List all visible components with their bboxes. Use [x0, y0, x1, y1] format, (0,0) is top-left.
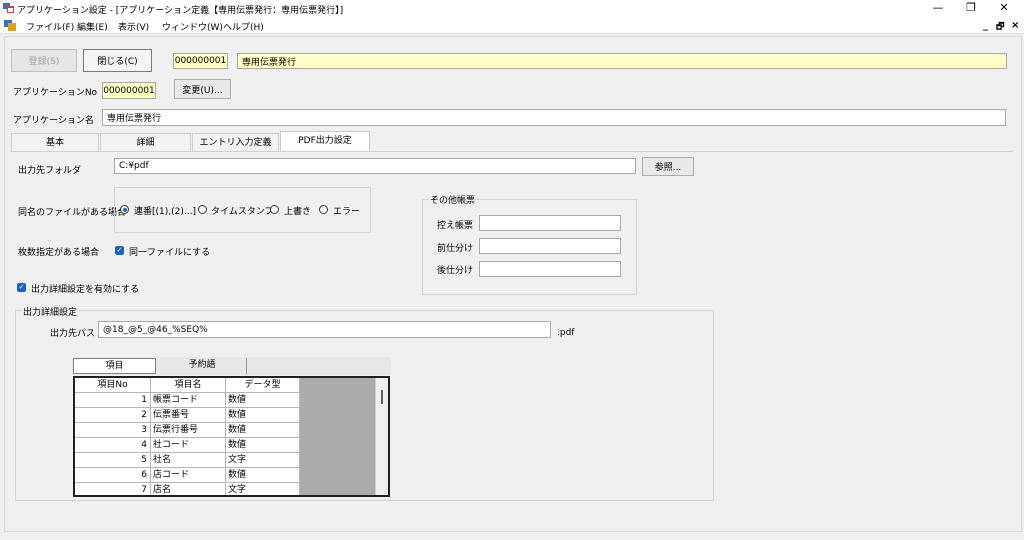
table-row-name[interactable]: 店名 [151, 483, 226, 495]
table-row-no[interactable]: 6 [75, 468, 151, 483]
table-row-name[interactable]: 社名 [151, 453, 226, 468]
folder-input[interactable]: C:¥pdf [114, 158, 636, 174]
table-row-no[interactable]: 2 [75, 408, 151, 423]
table-row-no[interactable]: 7 [75, 483, 151, 495]
header-item-name[interactable]: 項目名 [151, 378, 226, 393]
window-title: アプリケーション設定 - [アプリケーション定義【専用伝票発行：専用伝票発行】] [17, 6, 344, 16]
table-row-no[interactable]: 1 [75, 393, 151, 408]
table-row-type[interactable]: 数値 [226, 468, 300, 483]
table-row-type[interactable]: 数値 [226, 408, 300, 423]
radio-timestamp[interactable] [198, 205, 207, 214]
mdi-close-icon[interactable]: × [1011, 20, 1019, 31]
close-button[interactable]: 閉じる(C) [83, 49, 152, 72]
same-name-label: 同名のファイルがある場合 [18, 208, 127, 218]
tab-pdf-output[interactable]: PDF出力設定 [280, 131, 370, 152]
path-input[interactable]: @18_@5_@46_%SEQ% [98, 321, 551, 338]
radio-sequence[interactable] [120, 205, 129, 214]
table-row-name[interactable]: 伝票行番号 [151, 423, 226, 438]
table-row-no[interactable]: 5 [75, 453, 151, 468]
menu-bar: ファイル(F) 編集(E) 表示(V) ウィンドウ(W) ヘルプ(H) _ 🗗 … [0, 17, 1024, 34]
change-button[interactable]: 変更(U)... [174, 79, 231, 99]
option-error-label: エラー [333, 207, 361, 217]
app-id-display: 000000001 [173, 53, 228, 69]
same-file-checkbox[interactable]: ✓ [115, 246, 124, 255]
path-label: 出力先パス [50, 329, 96, 339]
subtab-items[interactable]: 項目 [73, 358, 156, 374]
minimize-icon[interactable]: — [922, 0, 954, 17]
subtab-reserved-words[interactable]: 予約語 [158, 358, 247, 374]
table-row-type[interactable]: 文字 [226, 483, 300, 495]
count-label: 枚数指定がある場合 [18, 248, 100, 258]
table-row-no[interactable]: 4 [75, 438, 151, 453]
menu-view[interactable]: 表示(V) [118, 20, 149, 33]
app-icon [3, 3, 14, 13]
detail-enable-checkbox[interactable]: ✓ [17, 283, 26, 292]
table-row-name[interactable]: 伝票番号 [151, 408, 226, 423]
grid-empty-area [300, 378, 375, 495]
extension-label: .pdf [557, 328, 575, 338]
tab-basic[interactable]: 基本 [11, 133, 99, 152]
app-name-label: アプリケーション名 [13, 116, 94, 126]
app-name-input[interactable]: 専用伝票発行 [102, 109, 1006, 126]
items-grid: 項目No 項目名 データ型 1 帳票コード 数値 2 伝票番号 数値 3 伝票行… [73, 376, 390, 497]
scrollbar-thumb[interactable] [381, 390, 383, 404]
title-bar: アプリケーション設定 - [アプリケーション定義【専用伝票発行：専用伝票発行】]… [0, 0, 1024, 17]
register-button[interactable]: 登録(S) [11, 49, 77, 72]
detail-enable-label: 出力詳細設定を有効にする [31, 285, 140, 295]
option-overwrite-label: 上書き [284, 207, 312, 217]
detail-settings-title: 出力詳細設定 [21, 305, 80, 318]
radio-error[interactable] [319, 205, 328, 214]
table-row-name[interactable]: 社コード [151, 438, 226, 453]
table-row-name[interactable]: 店コード [151, 468, 226, 483]
app-no-label: アプリケーションNo [13, 88, 98, 98]
tab-entry-input[interactable]: エントリ入力定義 [192, 133, 279, 152]
pre-sort-label: 前仕分け [437, 244, 474, 254]
pre-sort-input[interactable] [479, 238, 621, 254]
table-row-type[interactable]: 文字 [226, 453, 300, 468]
close-icon[interactable]: ✕ [988, 0, 1020, 17]
same-file-label: 同一ファイルにする [129, 248, 211, 258]
menu-file[interactable]: ファイル(F) [26, 20, 74, 33]
header-data-type[interactable]: データ型 [226, 378, 300, 393]
table-row-name[interactable]: 帳票コード [151, 393, 226, 408]
table-row-type[interactable]: 数値 [226, 438, 300, 453]
other-forms-title: その他帳票 [428, 193, 478, 206]
browse-button[interactable]: 参照... [642, 157, 694, 176]
table-row-no[interactable]: 3 [75, 423, 151, 438]
grid-scrollbar[interactable] [375, 378, 388, 495]
menu-help[interactable]: ヘルプ(H) [223, 20, 264, 33]
table-row-type[interactable]: 数値 [226, 423, 300, 438]
option-sequence-label: 連番[(1),(2)...] [134, 207, 196, 217]
copy-form-input[interactable] [479, 215, 621, 231]
post-sort-label: 後仕分け [437, 266, 474, 276]
restore-icon[interactable]: ❐ [955, 0, 987, 17]
copy-form-label: 控え帳票 [437, 221, 474, 231]
menu-edit[interactable]: 編集(E) [77, 20, 108, 33]
header-item-no[interactable]: 項目No [75, 378, 151, 393]
folder-label: 出力先フォルダ [18, 166, 82, 176]
radio-overwrite[interactable] [270, 205, 279, 214]
table-row-type[interactable]: 数値 [226, 393, 300, 408]
option-timestamp-label: タイムスタンプ [211, 207, 274, 217]
menu-window[interactable]: ウィンドウ(W) [162, 20, 223, 33]
document-icon [4, 20, 16, 31]
mdi-minimize-icon[interactable]: _ [983, 20, 988, 31]
app-name-display: 専用伝票発行 [237, 53, 1007, 69]
post-sort-input[interactable] [479, 261, 621, 277]
app-no-field[interactable]: 000000001 [102, 82, 156, 99]
tab-detail[interactable]: 詳細 [100, 133, 191, 152]
mdi-restore-icon[interactable]: 🗗 [996, 19, 1004, 35]
